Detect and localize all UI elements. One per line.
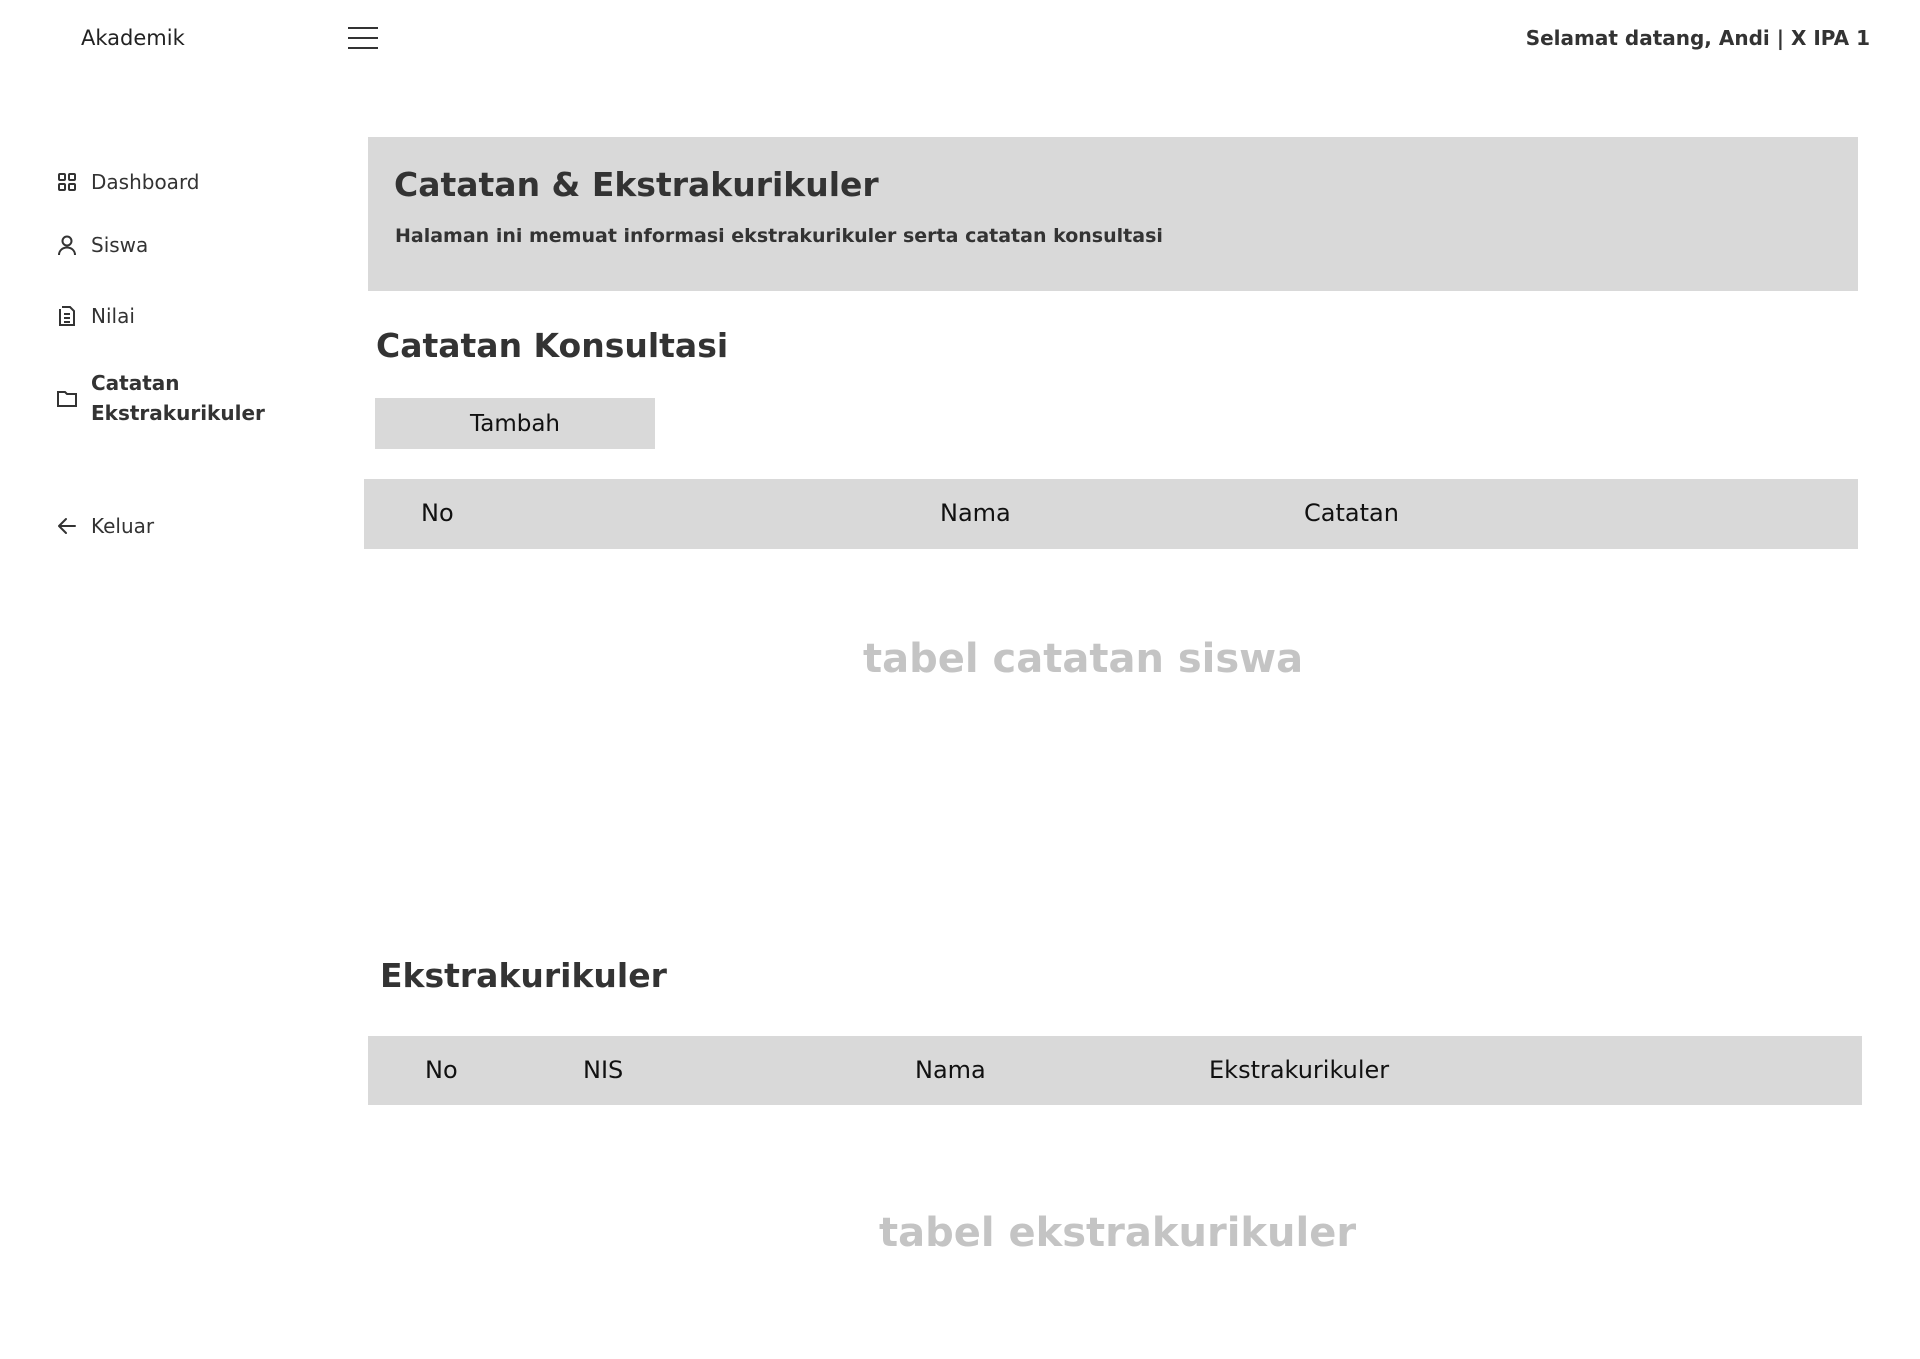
column-header-no: No xyxy=(425,1056,458,1084)
ekstrakurikuler-table-header: No NIS Nama Ekstrakurikuler xyxy=(368,1036,1862,1105)
app-brand: Akademik xyxy=(81,26,185,50)
sidebar-item-label: Keluar xyxy=(91,514,155,538)
welcome-text: Selamat datang, Andi | X IPA 1 xyxy=(1525,26,1870,50)
sidebar-item-label: Dashboard xyxy=(91,170,200,194)
sidebar-item-label-line2: Ekstrakurikuler xyxy=(91,401,265,425)
sidebar-item-catatan-ekstrakurikuler[interactable]: Catatan Ekstrakurikuler xyxy=(56,368,265,428)
column-header-catatan: Catatan xyxy=(1304,499,1399,527)
column-header-nama: Nama xyxy=(940,499,1011,527)
sidebar-item-dashboard[interactable]: Dashboard xyxy=(56,170,200,194)
sidebar-item-label: Catatan Ekstrakurikuler xyxy=(91,368,265,428)
add-button[interactable]: Tambah xyxy=(375,398,655,449)
grid-icon xyxy=(58,173,76,191)
sidebar-item-keluar[interactable]: Keluar xyxy=(56,514,154,538)
column-header-nama: Nama xyxy=(915,1056,986,1084)
folder-icon xyxy=(57,391,77,407)
sidebar-item-label-line1: Catatan xyxy=(91,371,180,395)
page-header: Catatan & Ekstrakurikuler Halaman ini me… xyxy=(368,137,1858,291)
hamburger-menu-icon[interactable] xyxy=(348,27,378,51)
sidebar-item-siswa[interactable]: Siswa xyxy=(56,233,148,257)
document-icon xyxy=(59,306,75,326)
section-title-konsultasi: Catatan Konsultasi xyxy=(376,326,729,365)
column-header-ekstrakurikuler: Ekstrakurikuler xyxy=(1209,1056,1390,1084)
konsultasi-table-header: No Nama Catatan xyxy=(364,479,1858,549)
arrow-left-icon xyxy=(58,518,76,534)
user-icon xyxy=(58,235,76,256)
section-title-ekstrakurikuler: Ekstrakurikuler xyxy=(380,956,667,995)
sidebar-item-label: Nilai xyxy=(91,304,135,328)
konsultasi-table-placeholder: tabel catatan siswa xyxy=(863,636,1304,682)
column-header-no: No xyxy=(421,499,454,527)
sidebar-item-nilai[interactable]: Nilai xyxy=(56,304,135,328)
page-subtitle: Halaman ini memuat informasi ekstrakurik… xyxy=(395,225,1163,247)
page-title: Catatan & Ekstrakurikuler xyxy=(394,165,879,204)
column-header-nis: NIS xyxy=(583,1056,624,1084)
ekstrakurikuler-table-placeholder: tabel ekstrakurikuler xyxy=(879,1210,1357,1256)
sidebar-item-label: Siswa xyxy=(91,233,149,257)
